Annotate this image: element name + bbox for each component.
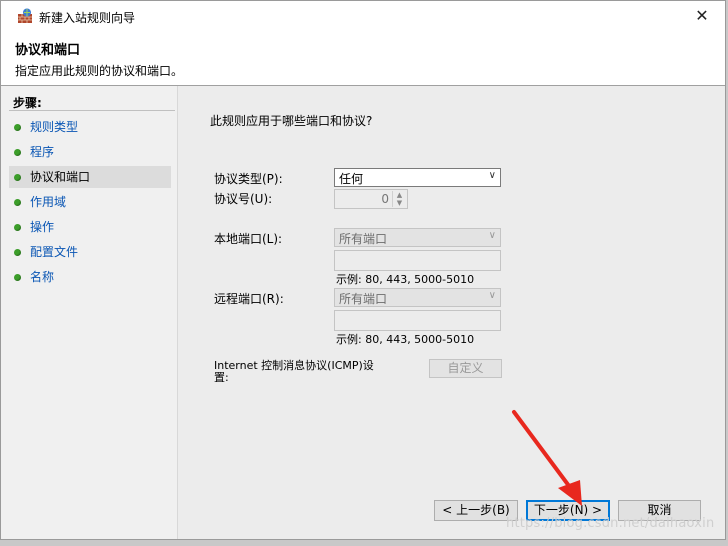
question-text: 此规则应用于哪些端口和协议? — [210, 114, 373, 128]
protocol-number-stepper[interactable]: 0 ▲ ▼ — [334, 189, 408, 209]
status-dot-icon — [14, 124, 21, 131]
page-title: 协议和端口 — [15, 43, 81, 58]
steps-sidebar: 步骤: 规则类型 程序 协议和端口 作用域 操作 配置文件 名称 — [1, 86, 176, 539]
local-port-input[interactable] — [334, 250, 501, 271]
window-title: 新建入站规则向导 — [39, 11, 136, 25]
step-scope[interactable]: 作用域 — [9, 191, 171, 213]
step-profile[interactable]: 配置文件 — [9, 241, 171, 263]
chevron-down-icon: ∨ — [488, 230, 496, 241]
spin-arrows-icon[interactable]: ▲ ▼ — [392, 191, 406, 207]
step-action[interactable]: 操作 — [9, 216, 171, 238]
close-icon: ✕ — [695, 6, 709, 25]
local-port-select[interactable]: 所有端口 ∨ — [334, 228, 501, 247]
remote-port-select[interactable]: 所有端口 ∨ — [334, 288, 501, 307]
firewall-icon — [18, 8, 32, 23]
status-dot-icon — [14, 149, 21, 156]
steps-divider — [9, 110, 175, 111]
step-name[interactable]: 名称 — [9, 266, 171, 288]
wizard-window: 新建入站规则向导 ✕ 协议和端口 指定应用此规则的协议和端口。 步骤: 规则类型… — [0, 0, 726, 540]
chevron-down-icon: ∨ — [488, 290, 496, 301]
step-program[interactable]: 程序 — [9, 141, 171, 163]
local-port-label: 本地端口(L): — [214, 232, 283, 246]
remote-port-example: 示例: 80, 443, 5000-5010 — [336, 333, 475, 346]
protocol-type-select[interactable]: 任何 ∨ — [334, 168, 501, 187]
status-dot-icon — [14, 274, 21, 281]
wizard-header: 协议和端口 指定应用此规则的协议和端口。 — [1, 31, 725, 86]
status-dot-icon — [14, 249, 21, 256]
main-panel: 此规则应用于哪些端口和协议? 协议类型(P): 任何 ∨ 协议号(U): 0 ▲… — [177, 86, 725, 539]
step-rule-type[interactable]: 规则类型 — [9, 116, 171, 138]
page-subtitle: 指定应用此规则的协议和端口。 — [15, 64, 184, 78]
steps-heading: 步骤: — [13, 96, 42, 110]
watermark-text: https://blog.csdn.net/daihaoxin — [506, 516, 715, 531]
customize-button[interactable]: 自定义 — [429, 359, 502, 378]
remote-port-input[interactable] — [334, 310, 501, 331]
status-dot-icon — [14, 199, 21, 206]
local-port-example: 示例: 80, 443, 5000-5010 — [336, 273, 475, 286]
red-annotation-arrow — [512, 410, 582, 506]
remote-port-label: 远程端口(R): — [214, 292, 284, 306]
status-dot-icon — [14, 174, 21, 181]
title-bar: 新建入站规则向导 ✕ — [1, 1, 725, 31]
status-dot-icon — [14, 224, 21, 231]
chevron-down-icon: ∨ — [488, 170, 496, 181]
close-button[interactable]: ✕ — [679, 1, 725, 31]
step-protocol-ports[interactable]: 协议和端口 — [9, 166, 171, 188]
protocol-number-label: 协议号(U): — [214, 192, 273, 206]
protocol-type-label: 协议类型(P): — [214, 172, 283, 186]
icmp-label: Internet 控制消息协议(ICMP)设 置: — [214, 359, 374, 384]
